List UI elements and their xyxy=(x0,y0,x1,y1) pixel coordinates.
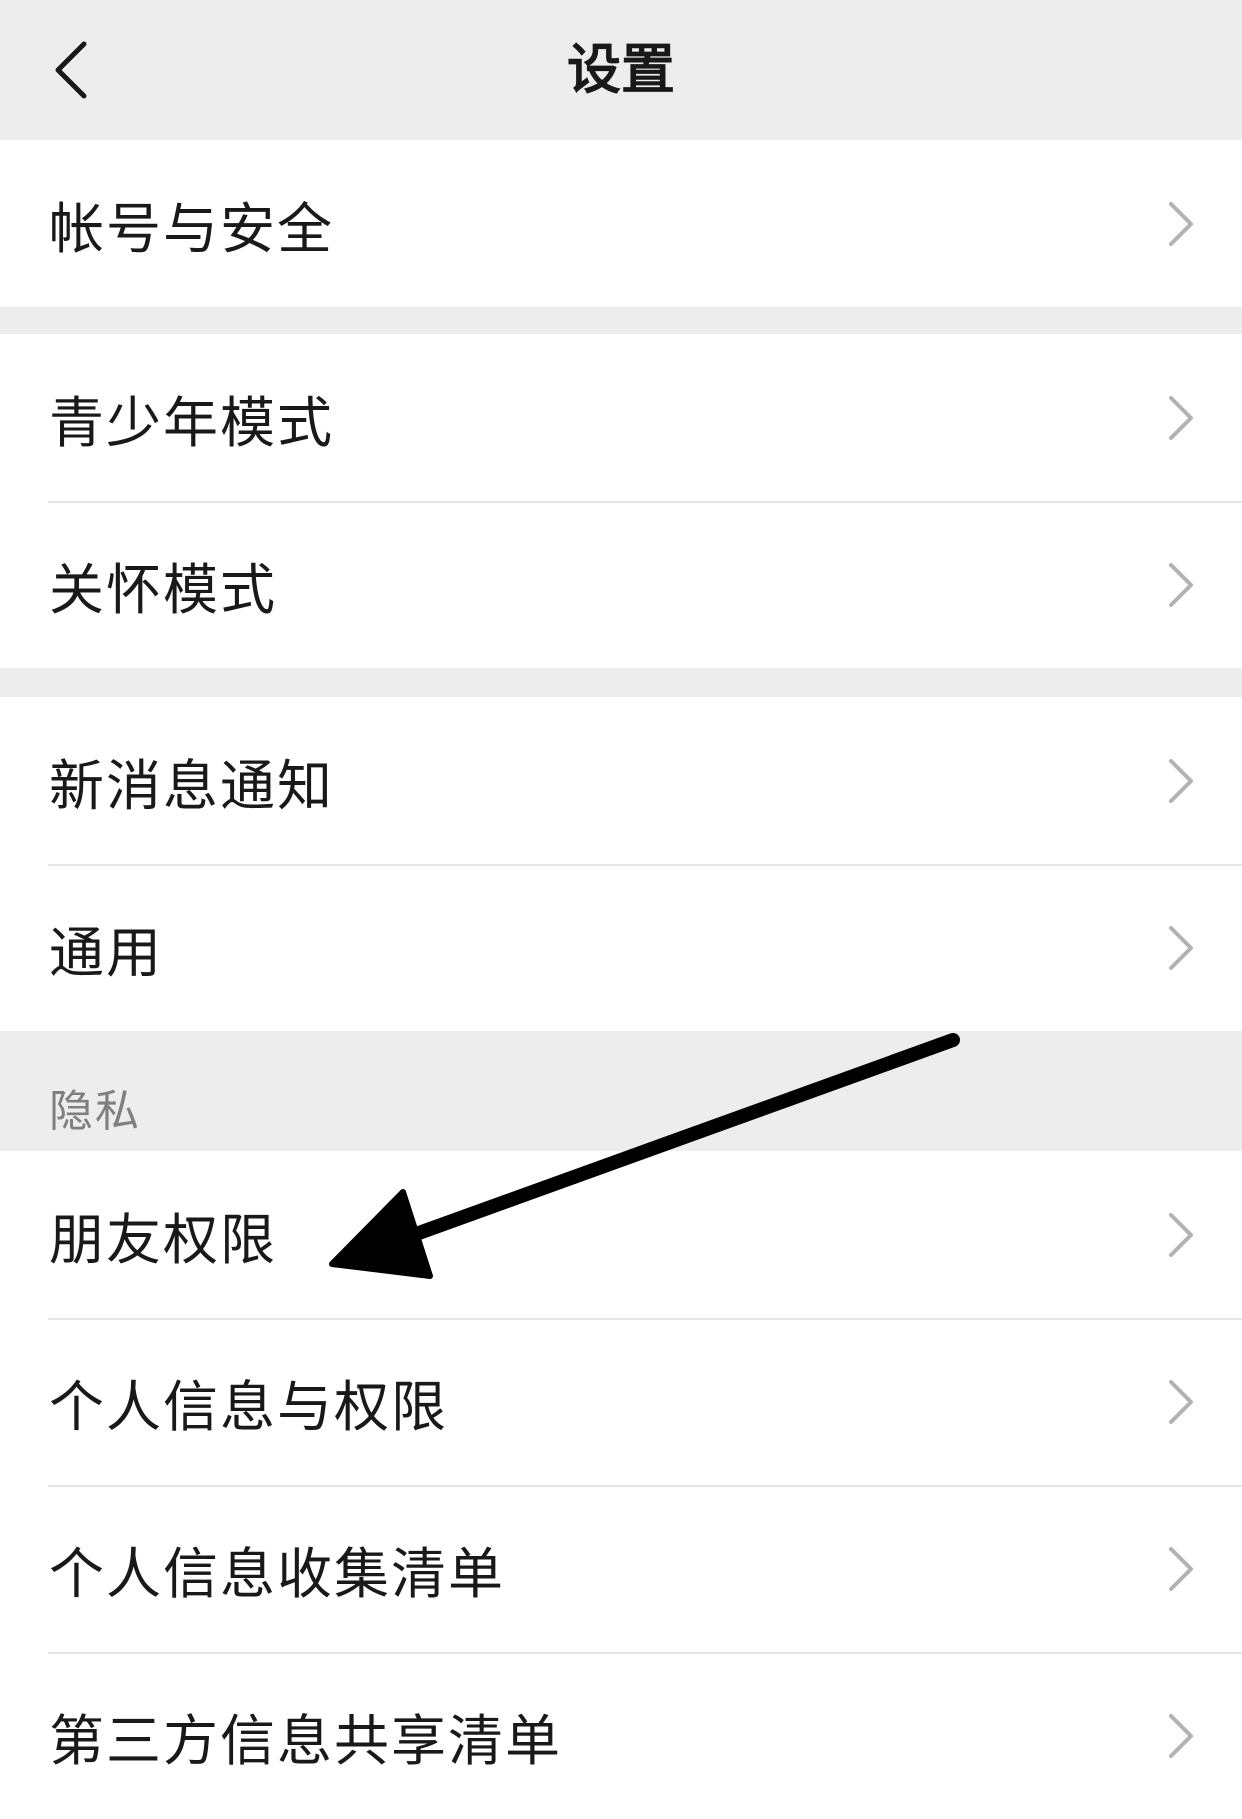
settings-item-label: 个人信息与权限 xyxy=(49,1374,449,1439)
settings-item-label: 朋友权限 xyxy=(49,1207,278,1272)
chevron-right-icon xyxy=(1169,201,1193,246)
chevron-right-icon xyxy=(1169,562,1193,607)
chevron-right-icon xyxy=(1169,758,1193,803)
settings-item-label: 关怀模式 xyxy=(49,557,278,622)
page-title: 设置 xyxy=(567,38,675,101)
section-header-privacy: 隐私 xyxy=(49,1086,141,1137)
settings-item-label: 通用 xyxy=(49,920,164,985)
chevron-right-icon xyxy=(1169,1713,1193,1758)
settings-item-label: 新消息通知 xyxy=(49,753,335,818)
settings-item-friend-permissions[interactable]: 朋友权限 xyxy=(0,1151,1242,1318)
chevron-right-icon xyxy=(1169,1212,1193,1257)
chevron-right-icon xyxy=(1169,395,1193,440)
settings-item-label: 帐号与安全 xyxy=(49,196,335,261)
navigation-bar: 设置 xyxy=(0,0,1242,140)
settings-item-teen-mode[interactable]: 青少年模式 xyxy=(0,334,1242,501)
settings-item-third-party-sharing-list[interactable]: 第三方信息共享清单 xyxy=(0,1652,1242,1819)
chevron-right-icon xyxy=(1169,1379,1193,1424)
settings-item-label: 青少年模式 xyxy=(49,390,335,455)
settings-item-personal-info-collection-list[interactable]: 个人信息收集清单 xyxy=(0,1485,1242,1652)
chevron-right-icon xyxy=(1169,925,1193,970)
chevron-right-icon xyxy=(1169,1546,1193,1591)
settings-group-modes: 青少年模式 关怀模式 xyxy=(0,334,1242,668)
settings-item-care-mode[interactable]: 关怀模式 xyxy=(0,501,1242,668)
settings-item-account-security[interactable]: 帐号与安全 xyxy=(0,140,1242,307)
settings-group-privacy: 朋友权限 个人信息与权限 个人信息收集清单 第三方信息共享清单 xyxy=(0,1151,1242,1819)
settings-item-personal-info-permissions[interactable]: 个人信息与权限 xyxy=(0,1318,1242,1485)
settings-group-general: 新消息通知 通用 xyxy=(0,697,1242,1031)
settings-item-label: 第三方信息共享清单 xyxy=(49,1708,563,1773)
settings-item-new-message-notification[interactable]: 新消息通知 xyxy=(0,697,1242,864)
settings-item-general[interactable]: 通用 xyxy=(0,864,1242,1031)
settings-item-label: 个人信息收集清单 xyxy=(49,1541,506,1606)
settings-group-account: 帐号与安全 xyxy=(0,140,1242,307)
